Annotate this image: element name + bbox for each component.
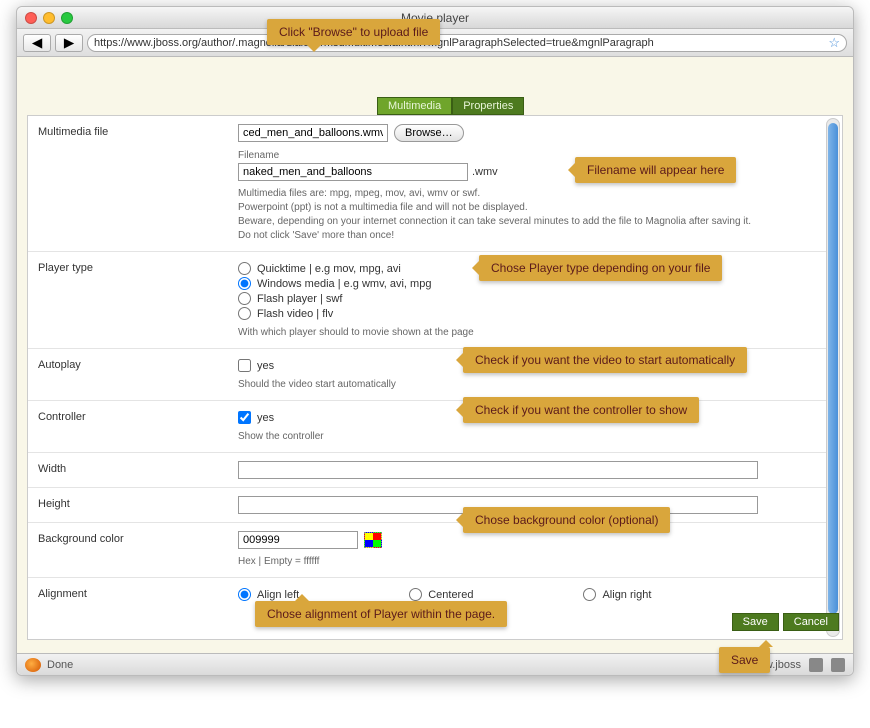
filename-input[interactable] <box>238 163 468 181</box>
label-bgcolor: Background color <box>38 531 238 569</box>
checkbox-controller[interactable] <box>238 411 251 424</box>
firefox-icon <box>25 658 41 672</box>
browser-window: Movie player ◀ ▶ ☆ Multimedia Properties… <box>16 6 854 676</box>
radio-align-right[interactable] <box>583 588 596 601</box>
radio-windows-media[interactable] <box>238 277 251 290</box>
radio-flash-player[interactable] <box>238 292 251 305</box>
bookmark-star-icon[interactable]: ☆ <box>828 35 840 51</box>
label-alignment: Alignment <box>38 586 238 603</box>
save-button[interactable]: Save <box>732 613 779 631</box>
radio-align-center[interactable] <box>409 588 422 601</box>
tab-properties[interactable]: Properties <box>452 97 524 115</box>
player-type-hint: With which player should to movie shown … <box>238 326 830 340</box>
radio-align-left[interactable] <box>238 588 251 601</box>
browse-button[interactable]: Browse… <box>394 124 464 142</box>
label-player-type: Player type <box>38 260 238 340</box>
row-width: Width <box>28 452 840 487</box>
callout-save: Save <box>719 647 770 673</box>
url-bar[interactable]: ☆ <box>87 34 847 52</box>
callout-autoplay: Check if you want the video to start aut… <box>463 347 747 373</box>
file-path-input[interactable] <box>238 124 388 142</box>
radio-align-center-label: Centered <box>428 589 473 601</box>
radio-align-right-label: Align right <box>602 589 651 601</box>
callout-bgcolor: Chose background color (optional) <box>463 507 670 533</box>
back-button[interactable]: ◀ <box>23 34 51 52</box>
checkbox-controller-label: yes <box>257 412 274 424</box>
row-height: Height <box>28 487 840 522</box>
autoplay-hint: Should the video start automatically <box>238 378 830 392</box>
dialog-content: Multimedia Properties Multimedia file Br… <box>17 57 853 653</box>
label-autoplay: Autoplay <box>38 357 238 392</box>
radio-align-left-label: Align left <box>257 589 299 601</box>
row-controller: Controller yes Show the controller <box>28 400 840 452</box>
callout-player-type: Chose Player type depending on your file <box>479 255 722 281</box>
label-width: Width <box>38 461 238 479</box>
radio-flash-video[interactable] <box>238 307 251 320</box>
form-panel: Multimedia file Browse… Filename .wmv Mu <box>27 115 843 640</box>
radio-quicktime[interactable] <box>238 262 251 275</box>
scrollbar-thumb[interactable] <box>828 123 838 614</box>
checkbox-autoplay[interactable] <box>238 359 251 372</box>
radio-flash-player-label: Flash player | swf <box>257 293 342 305</box>
status-icon-2[interactable] <box>831 658 845 672</box>
tab-multimedia[interactable]: Multimedia <box>377 97 452 115</box>
dialog-tabs: Multimedia Properties <box>377 97 524 115</box>
dialog-footer-buttons: Save Cancel <box>732 613 839 631</box>
url-input[interactable] <box>94 37 824 49</box>
controller-hint: Show the controller <box>238 430 830 444</box>
filename-label: Filename <box>238 150 830 161</box>
label-controller: Controller <box>38 409 238 444</box>
radio-windows-media-label: Windows media | e.g wmv, avi, mpg <box>257 278 431 290</box>
row-multimedia-file: Multimedia file Browse… Filename .wmv Mu <box>28 116 840 251</box>
callout-controller: Check if you want the controller to show <box>463 397 699 423</box>
color-picker-icon[interactable] <box>364 532 382 548</box>
label-multimedia-file: Multimedia file <box>38 124 238 243</box>
callout-filename: Filename will appear here <box>575 157 736 183</box>
scrollbar[interactable] <box>826 118 840 637</box>
status-text: Done <box>47 659 73 671</box>
radio-quicktime-label: Quicktime | e.g mov, mpg, avi <box>257 263 401 275</box>
callout-browse: Click "Browse" to upload file <box>267 19 440 45</box>
forward-button[interactable]: ▶ <box>55 34 83 52</box>
width-input[interactable] <box>238 461 758 479</box>
label-height: Height <box>38 496 238 514</box>
file-hint: Multimedia files are: mpg, mpeg, mov, av… <box>238 187 830 243</box>
callout-alignment: Chose alignment of Player within the pag… <box>255 601 507 627</box>
status-icon-1[interactable] <box>809 658 823 672</box>
checkbox-autoplay-label: yes <box>257 360 274 372</box>
cancel-button[interactable]: Cancel <box>783 613 839 631</box>
bgcolor-input[interactable] <box>238 531 358 549</box>
filename-ext: .wmv <box>472 166 498 178</box>
row-bgcolor: Background color Hex | Empty = ffffff <box>28 522 840 577</box>
form-scroll: Multimedia file Browse… Filename .wmv Mu <box>28 116 842 639</box>
radio-flash-video-label: Flash video | flv <box>257 308 333 320</box>
bgcolor-hint: Hex | Empty = ffffff <box>238 555 830 569</box>
